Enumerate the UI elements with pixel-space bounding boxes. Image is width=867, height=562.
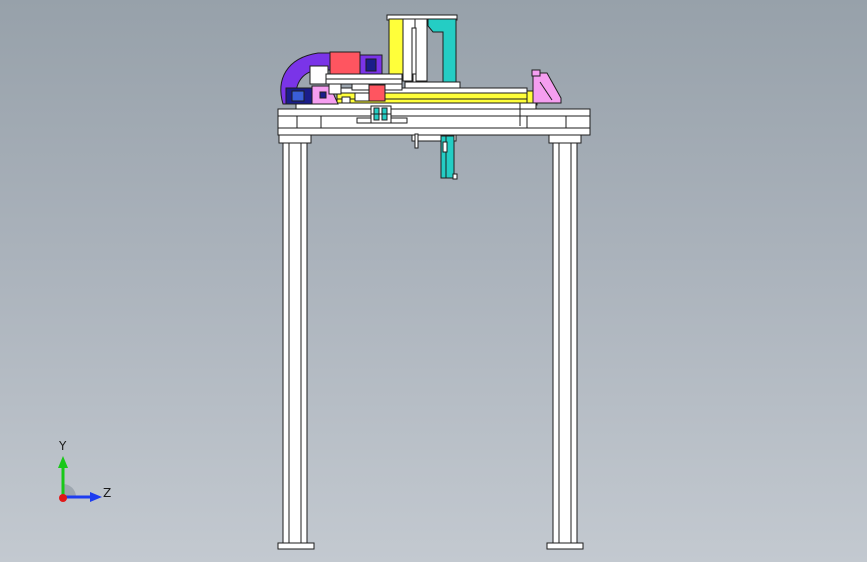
gantry-assembly-model[interactable]: [0, 0, 867, 562]
right-end-bracket[interactable]: [531, 69, 562, 104]
graphics-viewport[interactable]: Y Z: [0, 0, 867, 562]
y-axis-label: Y: [59, 439, 67, 453]
center-sensor-block[interactable]: [370, 105, 392, 124]
coordinate-triad: Y Z: [50, 439, 120, 510]
left-leg[interactable]: [277, 134, 315, 550]
top-beam[interactable]: [277, 108, 591, 142]
right-leg[interactable]: [546, 134, 584, 550]
z-axis-label: Z: [103, 486, 112, 500]
